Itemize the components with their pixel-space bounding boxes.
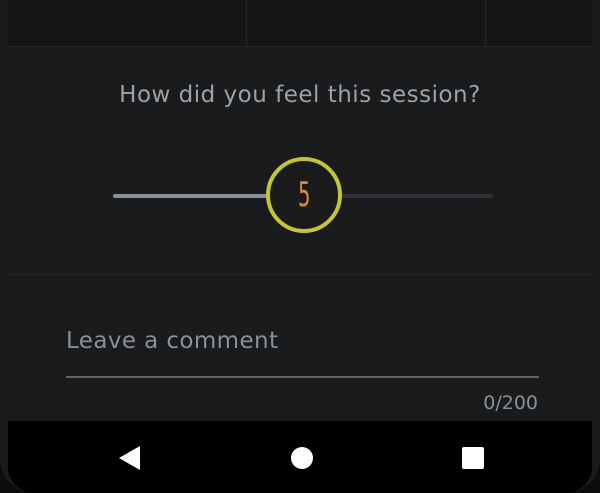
home-button[interactable] <box>283 439 321 477</box>
system-navigation-bar <box>8 421 592 493</box>
recents-button[interactable] <box>454 439 492 477</box>
slider-thumb[interactable]: 5 <box>266 157 342 233</box>
recents-square-icon <box>462 447 484 469</box>
top-card-row <box>8 0 592 47</box>
top-card-left[interactable] <box>8 0 247 46</box>
back-button[interactable] <box>111 439 149 477</box>
comment-input[interactable] <box>66 322 539 378</box>
top-card-middle[interactable] <box>246 0 486 46</box>
comment-char-counter: 0/200 <box>483 392 538 414</box>
back-triangle-icon <box>119 446 140 470</box>
device-screen: How did you feel this session? 5 0/200 <box>0 0 600 493</box>
section-divider <box>8 274 592 275</box>
feeling-question: How did you feel this session? <box>119 82 481 108</box>
feeling-rating-slider[interactable]: 5 <box>113 157 493 233</box>
slider-value-label: 5 <box>297 175 311 215</box>
top-card-right[interactable] <box>485 0 592 46</box>
home-circle-icon <box>291 447 313 469</box>
